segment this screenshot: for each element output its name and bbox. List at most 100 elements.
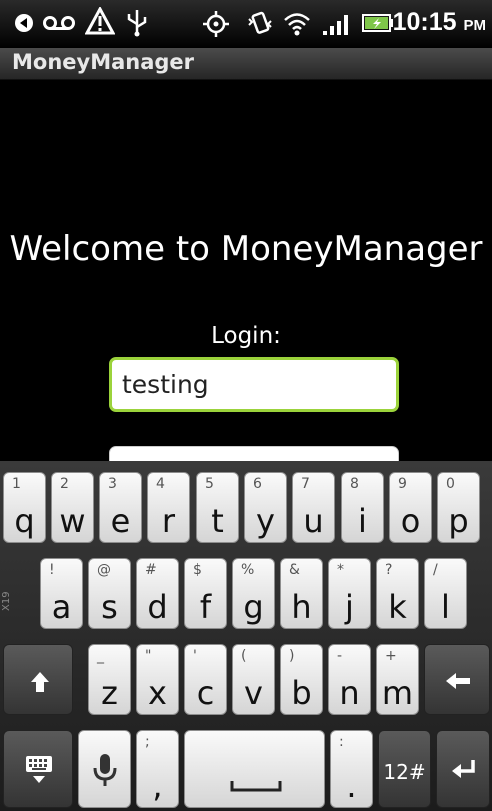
backspace-key[interactable] <box>424 644 490 715</box>
key-n[interactable]: - n <box>328 644 371 715</box>
key-label: q <box>14 502 35 540</box>
key-label: w <box>59 502 86 540</box>
key-label: n <box>339 674 360 712</box>
key-alt: _ <box>97 648 104 664</box>
backspace-arrow-icon <box>446 673 470 689</box>
key-f[interactable]: $ f <box>184 558 227 629</box>
symbols-key[interactable]: 12# <box>378 730 431 808</box>
key-alt: ; <box>145 734 150 750</box>
key-label: k <box>388 588 407 626</box>
shift-key[interactable] <box>3 644 73 715</box>
key-w[interactable]: 2 w <box>51 472 94 543</box>
notification-arrow-icon <box>15 14 33 32</box>
welcome-heading: Welcome to MoneyManager <box>9 229 483 269</box>
key-alt: - <box>337 648 343 664</box>
key-l[interactable]: / l <box>424 558 467 629</box>
key-label: s <box>101 588 118 626</box>
key-alt: 6 <box>253 476 262 492</box>
clock-time: 10:15 <box>392 8 457 36</box>
key-label: c <box>196 674 215 712</box>
warning-icon <box>85 7 115 35</box>
key-alt: & <box>289 562 300 578</box>
key-x[interactable]: " x <box>136 644 179 715</box>
key-k[interactable]: ? k <box>376 558 419 629</box>
key-a[interactable]: ! a <box>40 558 83 629</box>
key-q[interactable]: 1 q <box>3 472 46 543</box>
key-label: y <box>256 502 275 540</box>
spacebar-key[interactable] <box>184 730 325 808</box>
key-label: g <box>243 588 264 626</box>
key-label: m <box>381 674 414 712</box>
key-g[interactable]: % g <box>232 558 275 629</box>
key-alt: * <box>337 562 344 578</box>
app-title-bar: MoneyManager <box>0 48 492 80</box>
key-label: j <box>345 588 354 626</box>
spacebar-icon <box>230 781 282 792</box>
key-label: r <box>161 502 176 540</box>
enter-icon <box>452 760 475 778</box>
signal-strength-icon <box>323 15 348 35</box>
key-alt: 1 <box>12 476 21 492</box>
key-alt: 5 <box>205 476 214 492</box>
key-i[interactable]: 8 i <box>341 472 384 543</box>
key-alt: ? <box>385 562 393 578</box>
key-label: d <box>147 588 168 626</box>
key-label: f <box>199 588 212 626</box>
key-z[interactable]: _ z <box>88 644 131 715</box>
key-e[interactable]: 3 e <box>99 472 142 543</box>
key-u[interactable]: 7 u <box>292 472 335 543</box>
shift-arrow-icon <box>31 672 49 692</box>
key-o[interactable]: 9 o <box>389 472 432 543</box>
microphone-key[interactable] <box>78 730 131 808</box>
app-title: MoneyManager <box>12 50 195 74</box>
key-r[interactable]: 4 r <box>147 472 190 543</box>
key-alt: : <box>339 734 344 750</box>
key-label: h <box>291 588 312 626</box>
key-alt: / <box>433 562 438 578</box>
period-key[interactable]: : . <box>330 730 373 808</box>
key-p[interactable]: 0 p <box>437 472 480 543</box>
login-input[interactable] <box>109 357 399 412</box>
key-d[interactable]: # d <box>136 558 179 629</box>
enter-key[interactable] <box>436 730 490 808</box>
key-label: v <box>244 674 263 712</box>
microphone-icon <box>93 754 117 786</box>
key-label: a <box>51 588 72 626</box>
key-label: i <box>358 502 367 540</box>
vibrate-icon <box>248 11 272 34</box>
login-label: Login: <box>211 323 281 349</box>
clock: 10:15 PM <box>393 8 486 37</box>
key-label: z <box>101 674 118 712</box>
clock-ampm: PM <box>463 17 487 34</box>
key-label: , <box>152 767 163 805</box>
key-label: t <box>211 502 224 540</box>
key-alt: ' <box>193 648 197 664</box>
battery-charging-icon <box>362 14 393 32</box>
key-alt: # <box>145 562 157 578</box>
soft-keyboard: 1 q 2 w 3 e 4 r 5 t 6 y 7 u 8 i 9 o 0 p … <box>0 461 492 811</box>
key-label: u <box>303 502 324 540</box>
key-label: o <box>400 502 421 540</box>
key-c[interactable]: ' c <box>184 644 227 715</box>
key-alt: 0 <box>446 476 455 492</box>
key-label: x <box>148 674 167 712</box>
status-bar: 10:15 PM <box>0 0 492 48</box>
key-t[interactable]: 5 t <box>196 472 239 543</box>
key-label: e <box>110 502 131 540</box>
key-alt: ! <box>49 562 55 578</box>
keyboard-hide-key[interactable] <box>3 730 73 808</box>
key-j[interactable]: * j <box>328 558 371 629</box>
key-label: p <box>448 502 469 540</box>
key-label: . <box>346 767 357 805</box>
key-alt: + <box>385 648 397 664</box>
key-s[interactable]: @ s <box>88 558 131 629</box>
key-v[interactable]: ( v <box>232 644 275 715</box>
comma-key[interactable]: ; , <box>136 730 179 808</box>
key-b[interactable]: ) b <box>280 644 323 715</box>
key-y[interactable]: 6 y <box>244 472 287 543</box>
key-h[interactable]: & h <box>280 558 323 629</box>
key-alt: 2 <box>60 476 69 492</box>
key-label: 12# <box>383 760 426 784</box>
key-alt: 7 <box>301 476 310 492</box>
key-m[interactable]: + m <box>376 644 419 715</box>
